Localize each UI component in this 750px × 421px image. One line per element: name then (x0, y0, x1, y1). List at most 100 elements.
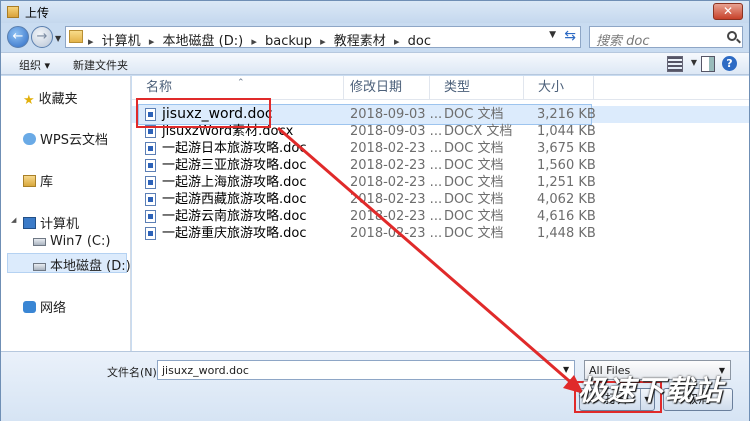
file-type: DOC 文档 (444, 175, 504, 190)
breadcrumb-backup[interactable]: backup (265, 34, 312, 49)
sidebar-item-label: 库 (40, 175, 54, 190)
chevron-down-icon[interactable]: ▼ (563, 365, 569, 374)
star-icon: ★ (23, 93, 35, 108)
chevron-right-icon[interactable]: ▸ (149, 35, 155, 48)
title-bar[interactable]: 上传 ✕ (1, 1, 749, 23)
file-name: 一起游西藏旅游攻略.doc (162, 192, 307, 207)
annotation-highlight-file (136, 98, 271, 128)
breadcrumb: ▸ 计算机 ▸ 本地磁盘 (D:) ▸ backup ▸ 教程素材 ▸ doc (88, 30, 435, 49)
navigation-row: ← → ▼ ▸ 计算机 ▸ 本地磁盘 (D:) ▸ backup ▸ 教程素材 … (1, 23, 749, 51)
column-header-type[interactable]: 类型 (430, 76, 524, 100)
folder-icon (7, 6, 19, 18)
file-type: DOC 文档 (444, 107, 504, 122)
file-size: 3,216 KB (537, 107, 596, 122)
computer-icon (23, 217, 36, 229)
file-name: 一起游重庆旅游攻略.doc (162, 226, 307, 241)
doc-file-icon (145, 193, 156, 206)
column-header-size[interactable]: 大小 (524, 76, 594, 100)
search-input[interactable]: 搜索 doc (589, 26, 743, 49)
sidebar-item-label: WPS云文档 (40, 133, 108, 148)
file-type: DOC 文档 (444, 158, 504, 173)
file-size: 4,062 KB (537, 192, 596, 207)
doc-file-icon (145, 142, 156, 155)
table-row[interactable]: 一起游日本旅游攻略.doc 2018-02-23 ... DOC 文档 3,67… (132, 140, 749, 157)
breadcrumb-doc[interactable]: doc (408, 34, 431, 49)
file-name: 一起游日本旅游攻略.doc (162, 141, 307, 156)
file-date: 2018-09-03 ... (350, 124, 443, 139)
command-toolbar: 组织 ▾ 新建文件夹 ▼ ? (1, 52, 749, 75)
file-size: 1,560 KB (537, 158, 596, 173)
navigation-pane: ★ 收藏夹 WPS云文档 库 ◢ 计算机 Win7 (C:) 本地磁盘 (D:) … (1, 76, 131, 351)
breadcrumb-drive-d[interactable]: 本地磁盘 (D:) (163, 34, 244, 49)
view-list-icon[interactable] (667, 56, 683, 72)
sidebar-item-computer[interactable]: 计算机 (23, 213, 79, 232)
sidebar-item-wps-cloud[interactable]: WPS云文档 (23, 129, 108, 148)
file-size: 1,044 KB (537, 124, 596, 139)
file-type: DOC 文档 (444, 141, 504, 156)
new-folder-button[interactable]: 新建文件夹 (73, 57, 128, 73)
breadcrumb-tutorial[interactable]: 教程素材 (334, 34, 386, 49)
file-date: 2018-02-23 ... (350, 175, 443, 190)
column-header-name[interactable]: 名称 ⌃ (132, 76, 344, 100)
file-upload-dialog: 上传 ✕ ← → ▼ ▸ 计算机 ▸ 本地磁盘 (D:) ▸ backup ▸ … (0, 0, 750, 421)
file-name: 一起游云南旅游攻略.doc (162, 209, 307, 224)
library-icon (23, 175, 36, 187)
network-icon (23, 301, 36, 313)
search-icon[interactable] (727, 31, 737, 41)
table-row[interactable]: 一起游西藏旅游攻略.doc 2018-02-23 ... DOC 文档 4,06… (132, 191, 749, 208)
help-icon[interactable]: ? (722, 56, 737, 71)
sidebar-item-favorites[interactable]: ★ 收藏夹 (23, 88, 78, 108)
filename-field[interactable]: jisuxz_word.doc (157, 360, 575, 380)
forward-button[interactable]: → (31, 26, 53, 48)
sidebar-item-drive-c[interactable]: Win7 (C:) (33, 234, 110, 249)
chevron-right-icon[interactable]: ▸ (394, 35, 400, 48)
site-watermark: 极速下载站 (578, 374, 724, 407)
file-type: DOC 文档 (444, 192, 504, 207)
chevron-right-icon[interactable]: ▸ (251, 35, 257, 48)
file-size: 4,616 KB (537, 209, 596, 224)
breadcrumb-computer[interactable]: 计算机 (102, 34, 141, 49)
sidebar-item-network[interactable]: 网络 (23, 297, 66, 316)
file-date: 2018-02-23 ... (350, 226, 443, 241)
table-row[interactable]: 一起游重庆旅游攻略.doc 2018-02-23 ... DOC 文档 1,44… (132, 225, 749, 242)
column-header-label: 名称 (146, 80, 173, 95)
file-date: 2018-02-23 ... (350, 158, 443, 173)
sidebar-item-drive-d[interactable]: 本地磁盘 (D:) (33, 255, 131, 274)
expand-triangle-icon[interactable]: ◢ (11, 216, 16, 224)
file-type: DOC 文档 (444, 226, 504, 241)
table-row[interactable]: 一起游云南旅游攻略.doc 2018-02-23 ... DOC 文档 4,61… (132, 208, 749, 225)
preview-pane-icon[interactable] (701, 56, 715, 72)
window-title: 上传 (25, 6, 50, 20)
file-name: 一起游三亚旅游攻略.doc (162, 158, 307, 173)
sidebar-item-library[interactable]: 库 (23, 171, 53, 190)
doc-file-icon (145, 210, 156, 223)
sidebar-item-label: 收藏夹 (38, 92, 78, 107)
view-dropdown-icon[interactable]: ▼ (691, 58, 697, 74)
chevron-right-icon[interactable]: ▸ (88, 35, 94, 48)
table-row[interactable]: 一起游三亚旅游攻略.doc 2018-02-23 ... DOC 文档 1,56… (132, 157, 749, 174)
search-placeholder: 搜索 doc (596, 34, 650, 49)
filename-label: 文件名(N): (107, 366, 161, 379)
doc-file-icon (145, 159, 156, 172)
column-header-date[interactable]: 修改日期 (336, 76, 430, 100)
drive-icon (33, 263, 46, 271)
file-size: 3,675 KB (537, 141, 596, 156)
file-date: 2018-09-03 ... (350, 107, 443, 122)
close-button[interactable]: ✕ (713, 3, 743, 20)
recent-pages-dropdown[interactable]: ▼ (55, 34, 61, 43)
chevron-down-icon[interactable]: ▼ (549, 30, 556, 40)
cloud-icon (23, 133, 36, 145)
organize-button[interactable]: 组织 ▾ (19, 57, 50, 73)
file-size: 1,448 KB (537, 226, 596, 241)
drive-icon (33, 238, 46, 246)
sidebar-item-label: Win7 (C:) (50, 234, 111, 249)
sidebar-item-label: 网络 (40, 301, 67, 316)
sidebar-item-label: 计算机 (40, 217, 80, 232)
address-bar[interactable]: ▸ 计算机 ▸ 本地磁盘 (D:) ▸ backup ▸ 教程素材 ▸ doc … (65, 26, 581, 49)
chevron-right-icon[interactable]: ▸ (320, 35, 326, 48)
file-date: 2018-02-23 ... (350, 141, 443, 156)
back-button[interactable]: ← (7, 26, 29, 48)
file-type: DOC 文档 (444, 209, 504, 224)
refresh-icon[interactable]: ⇆ (564, 28, 576, 44)
table-row[interactable]: 一起游上海旅游攻略.doc 2018-02-23 ... DOC 文档 1,25… (132, 174, 749, 191)
